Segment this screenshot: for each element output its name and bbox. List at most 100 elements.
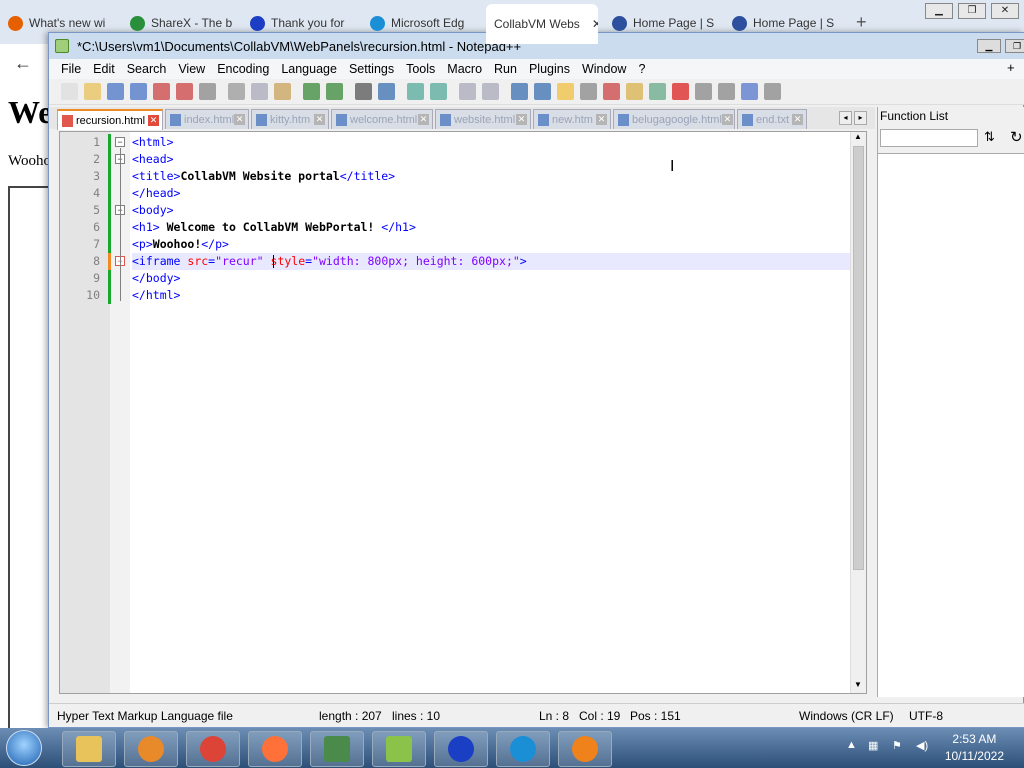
close-icon[interactable] <box>153 83 170 100</box>
sort-icon[interactable]: ⇅ <box>984 129 995 145</box>
minimize-button[interactable]: ▁ <box>977 39 1001 53</box>
scroll-up-icon[interactable]: ▲ <box>854 132 862 141</box>
back-arrow-icon[interactable]: ← <box>14 53 32 74</box>
stop-icon[interactable] <box>695 83 712 100</box>
function-list-search-input[interactable] <box>880 129 978 147</box>
menu-tools[interactable]: Tools <box>400 59 441 79</box>
close-doc-tab-icon[interactable]: ✕ <box>516 114 527 125</box>
browser-minimize-button[interactable]: ▁ <box>925 3 953 19</box>
find-icon[interactable] <box>355 83 372 100</box>
close-all-icon[interactable] <box>176 83 193 100</box>
paste-icon[interactable] <box>274 83 291 100</box>
replace-icon[interactable] <box>378 83 395 100</box>
cut-icon[interactable] <box>228 83 245 100</box>
tab-scroll-left-icon[interactable]: ◂ <box>839 111 852 125</box>
new-tab-button[interactable]: + <box>856 12 867 33</box>
code-line[interactable]: <head> <box>132 151 850 168</box>
sync-h-icon[interactable] <box>482 83 499 100</box>
code-line[interactable]: </body> <box>132 270 850 287</box>
redo-icon[interactable] <box>326 83 343 100</box>
firefox-dev-icon[interactable] <box>558 731 612 767</box>
chrome-icon[interactable] <box>186 731 240 767</box>
record-icon[interactable] <box>672 83 689 100</box>
print-icon[interactable] <box>199 83 216 100</box>
undo-icon[interactable] <box>303 83 320 100</box>
doc-tab[interactable]: kitty.htm ✕ <box>251 109 329 129</box>
menu-view[interactable]: View <box>172 59 211 79</box>
save-macro-icon[interactable] <box>764 83 781 100</box>
doc-tab[interactable]: belugagoogle.html ✕ <box>613 109 735 129</box>
close-doc-tab-icon[interactable]: ✕ <box>234 114 246 125</box>
doc-tab[interactable]: new.htm ✕ <box>533 109 611 129</box>
maximize-button[interactable]: ❐ <box>1005 39 1024 53</box>
doc-tab[interactable]: index.html ✕ <box>165 109 249 129</box>
sync-v-icon[interactable] <box>459 83 476 100</box>
vertical-scrollbar[interactable]: ▲ ▼ <box>850 132 866 693</box>
menu-file[interactable]: File <box>49 59 87 79</box>
wrap-icon[interactable] <box>511 83 528 100</box>
browser-tab[interactable]: Home Page | S <box>612 10 722 36</box>
code-line[interactable]: </html> <box>132 287 850 304</box>
browser-tab[interactable]: What's new wi <box>8 10 118 36</box>
menu-search[interactable]: Search <box>121 59 173 79</box>
action-center-icon[interactable]: ⚑ <box>892 739 906 753</box>
browser-tab[interactable]: Microsoft Edg <box>370 10 480 36</box>
close-doc-tab-icon[interactable]: ✕ <box>148 115 159 126</box>
tab-scroll-right-icon[interactable]: ▸ <box>854 111 867 125</box>
close-doc-tab-icon[interactable]: ✕ <box>596 114 607 125</box>
menu-macro[interactable]: Macro <box>441 59 488 79</box>
menu-settings[interactable]: Settings <box>343 59 400 79</box>
doc-tab[interactable]: end.txt ✕ <box>737 109 807 129</box>
browser-close-button[interactable]: ✕ <box>991 3 1019 19</box>
reload-icon[interactable]: ↻ <box>1010 128 1023 146</box>
scrollbar-thumb[interactable] <box>853 146 864 570</box>
menu-help[interactable]: ? <box>632 59 651 79</box>
terminal-icon[interactable] <box>310 731 364 767</box>
close-doc-tab-icon[interactable]: ✕ <box>721 114 733 125</box>
scroll-down-icon[interactable]: ▼ <box>854 680 862 689</box>
play-icon[interactable] <box>718 83 735 100</box>
open-icon[interactable] <box>84 83 101 100</box>
save-all-icon[interactable] <box>130 83 147 100</box>
code-editor[interactable]: ▲ ▼ 1 <html> 2 <head> 3 <title>CollabVM Websi… <box>59 131 867 694</box>
tray-expand-icon[interactable]: ▲ <box>846 739 860 753</box>
code-line[interactable]: <title>CollabVM Website portal</title> <box>132 168 850 185</box>
code-line[interactable]: </head> <box>132 185 850 202</box>
browser-tab[interactable]: CollabVM Webs ✕ <box>486 4 598 44</box>
start-button[interactable] <box>6 730 42 766</box>
system-clock[interactable]: 2:53 AM 10/11/2022 <box>945 731 1004 765</box>
code-line[interactable]: <p>Woohoo!</p> <box>132 236 850 253</box>
edge-icon[interactable] <box>496 731 550 767</box>
menu-encoding[interactable]: Encoding <box>211 59 275 79</box>
code-line[interactable]: <html> <box>132 134 850 151</box>
media-player-icon[interactable] <box>124 731 178 767</box>
browser-tab[interactable]: ShareX - The b <box>130 10 240 36</box>
close-doc-tab-icon[interactable]: ✕ <box>314 114 325 125</box>
browser-tab[interactable]: Thank you for <box>250 10 360 36</box>
doc-tab[interactable]: website.html ✕ <box>435 109 531 129</box>
code-line[interactable]: <h1> Welcome to CollabVM WebPortal! </h1… <box>132 219 850 236</box>
doc-tab[interactable]: welcome.html ✕ <box>331 109 433 129</box>
folder-icon[interactable] <box>626 83 643 100</box>
menu-extra-plus[interactable]: + <box>1007 60 1015 75</box>
new-icon[interactable] <box>61 83 78 100</box>
code-line[interactable]: <iframe src="recur" style="width: 800px;… <box>132 253 850 270</box>
code-line[interactable]: <body> <box>132 202 850 219</box>
zoom-in-icon[interactable] <box>407 83 424 100</box>
close-doc-tab-icon[interactable]: ✕ <box>792 114 803 125</box>
show-all-icon[interactable] <box>534 83 551 100</box>
menu-language[interactable]: Language <box>275 59 343 79</box>
indent-guide-icon[interactable] <box>557 83 574 100</box>
fold-toggle-icon[interactable]: − <box>115 137 125 147</box>
firefox-icon[interactable] <box>248 731 302 767</box>
notepadpp-icon[interactable] <box>372 731 426 767</box>
func-list-icon[interactable] <box>603 83 620 100</box>
menu-edit[interactable]: Edit <box>87 59 121 79</box>
menu-run[interactable]: Run <box>488 59 523 79</box>
doc-tab[interactable]: recursion.html ✕ <box>57 109 163 130</box>
zoom-out-icon[interactable] <box>430 83 447 100</box>
close-tab-icon[interactable]: ✕ <box>592 17 598 31</box>
explorer-icon[interactable] <box>62 731 116 767</box>
monitor-icon[interactable] <box>649 83 666 100</box>
network-icon[interactable]: ▦ <box>868 739 882 753</box>
